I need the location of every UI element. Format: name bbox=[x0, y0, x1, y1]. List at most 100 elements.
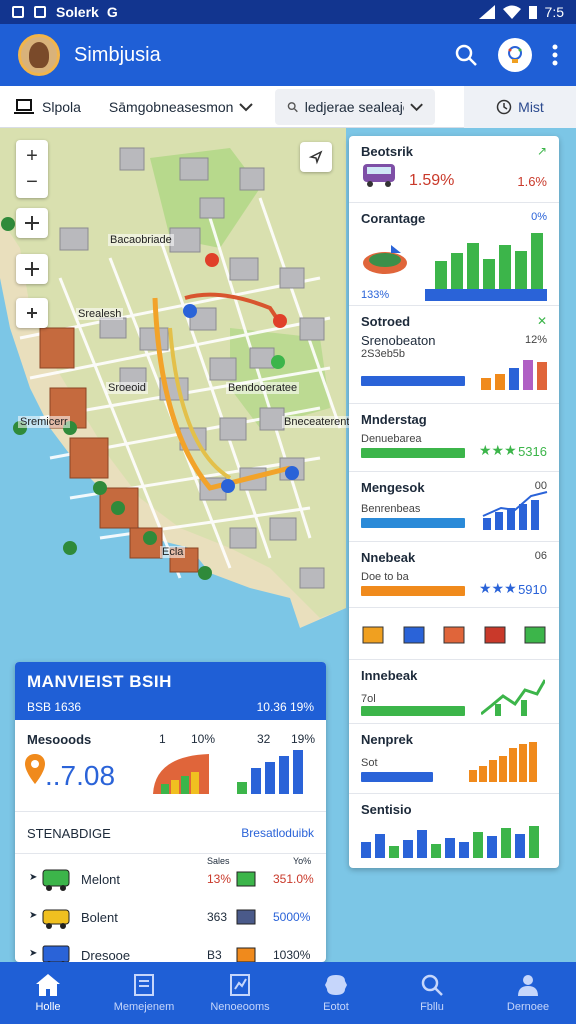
list-item-v2: 351.0% bbox=[273, 872, 314, 886]
list-item[interactable]: ➤ Dresooe B3 1030% bbox=[15, 942, 326, 962]
list-item-v1: B3 bbox=[207, 948, 222, 962]
section-title: STENABDIGE bbox=[27, 826, 111, 841]
nav-label: Eotot bbox=[323, 1001, 349, 1013]
first-filter[interactable]: Slpola bbox=[0, 86, 95, 127]
analytics-card[interactable]: Innebeak 7ol bbox=[349, 660, 559, 724]
first-filter-label: Slpola bbox=[42, 98, 81, 115]
nav-route[interactable]: Eotot bbox=[288, 962, 384, 1024]
analytics-card[interactable]: Sentisio bbox=[349, 794, 559, 868]
chevron-down-icon bbox=[239, 102, 254, 111]
move-icon bbox=[25, 262, 39, 276]
progress-bar bbox=[361, 586, 465, 596]
bar-chart bbox=[361, 826, 539, 858]
analytics-card[interactable]: Sotroed ✕ Srenobeaton 2S3eb5b 12% bbox=[349, 306, 559, 404]
card-top-right: 12% bbox=[524, 334, 547, 346]
search-button[interactable] bbox=[454, 43, 478, 67]
section-header: STENABDIGE Bresatloduibk bbox=[15, 812, 326, 854]
metric-section: Mesooods 1 10% 32 19% ..7.08 bbox=[15, 720, 326, 812]
more-menu-button[interactable] bbox=[552, 44, 558, 66]
g-icon: G bbox=[106, 4, 118, 20]
progress-bar bbox=[361, 448, 465, 458]
search-icon bbox=[288, 101, 299, 112]
zoom-out-button[interactable]: − bbox=[26, 169, 38, 195]
compass-button[interactable] bbox=[16, 208, 48, 238]
list-item-name: Dresooe bbox=[81, 948, 131, 962]
locate-icon bbox=[308, 150, 323, 165]
cargo-icon[interactable] bbox=[402, 623, 426, 645]
metric-big-value: ..7.08 bbox=[45, 760, 116, 791]
nav-label: Memejenem bbox=[113, 1001, 175, 1013]
van-icon bbox=[42, 945, 70, 962]
nav-search[interactable]: Fbllu bbox=[384, 962, 480, 1024]
bar-chart bbox=[481, 360, 547, 390]
summary-header: MANVIEIST BSIH BSB 1636 10.36 19% bbox=[15, 662, 326, 720]
app-bar: Simbjusia bbox=[0, 24, 576, 86]
home-icon bbox=[36, 974, 60, 996]
history-icon bbox=[496, 99, 512, 114]
status-bar: Solerk G 7:5 bbox=[0, 0, 576, 24]
summary-title: MANVIEIST BSIH bbox=[27, 672, 172, 691]
nav-label: Nenoeooms bbox=[210, 1001, 270, 1013]
list-view-button[interactable]: Mist bbox=[464, 85, 576, 128]
list-item-v2: 5000% bbox=[273, 910, 311, 924]
card-value: 5910 bbox=[518, 582, 547, 597]
card-title: Corantage bbox=[361, 211, 426, 226]
signal-icon bbox=[478, 5, 495, 19]
person-icon bbox=[518, 975, 538, 996]
list-col-a: Sales bbox=[207, 856, 230, 866]
analytics-card[interactable]: Nenprek Sot bbox=[349, 724, 559, 794]
battery-icon bbox=[528, 6, 537, 19]
summary-left: BSB 1636 bbox=[27, 700, 82, 714]
nav-management[interactable]: Memejenem bbox=[96, 962, 192, 1024]
map-label: Bendooeratee bbox=[226, 382, 300, 394]
analytics-card[interactable]: Mnderstag Denuebarea ★★★ 5316 bbox=[349, 404, 559, 472]
card-title: Sotroed bbox=[361, 314, 411, 329]
second-filter-dropdown[interactable]: Sāmgobneasesmon bbox=[95, 86, 268, 127]
rating-stars-icon: ★★★ bbox=[479, 580, 517, 596]
cargo-icon[interactable] bbox=[523, 623, 547, 645]
cargo-icon[interactable] bbox=[361, 623, 385, 645]
analytics-card[interactable]: Beotsrik ↗ 1.59% 1.6% bbox=[349, 136, 559, 203]
nav-label: Holle bbox=[35, 1001, 61, 1013]
insights-button[interactable] bbox=[498, 38, 532, 72]
cargo-icon[interactable] bbox=[483, 623, 507, 645]
car-icon bbox=[42, 909, 70, 929]
area-chart bbox=[481, 679, 545, 716]
analytics-card[interactable]: Nnebeak 06 Doe to ba ★★★ 5910 bbox=[349, 542, 559, 608]
nav-rooms[interactable]: Nenoeooms bbox=[192, 962, 288, 1024]
close-icon[interactable]: ✕ bbox=[537, 314, 547, 328]
map-label: Sroeoid bbox=[106, 382, 148, 394]
list-item[interactable]: ➤ Bolent 363 5000% bbox=[15, 904, 326, 934]
card-right-value: 1.6% bbox=[517, 174, 547, 189]
more-vert-icon bbox=[552, 44, 558, 66]
analytics-panel: Beotsrik ↗ 1.59% 1.6% Corantage 0% 133% … bbox=[349, 136, 559, 868]
card-subtitle: Srenobeaton bbox=[361, 333, 436, 348]
chevron-icon: ➤ bbox=[29, 872, 38, 883]
nav-home[interactable]: Holle bbox=[0, 962, 96, 1024]
map-label: Srealesh bbox=[76, 308, 124, 320]
rating-stars-icon: ★★★ bbox=[479, 442, 517, 458]
list-col-b: Yo% bbox=[293, 856, 312, 866]
metric-col3: 32 bbox=[257, 732, 271, 746]
chart-icon bbox=[230, 974, 250, 996]
locate-button[interactable] bbox=[300, 142, 332, 172]
section-link[interactable]: Bresatloduibk bbox=[241, 826, 314, 840]
search-filter-dropdown[interactable]: ledjerae sealeaje bbox=[275, 88, 436, 125]
pan-button[interactable] bbox=[16, 298, 48, 328]
zoom-in-button[interactable]: + bbox=[26, 143, 38, 169]
cargo-icon[interactable] bbox=[442, 623, 466, 645]
analytics-card[interactable]: Corantage 0% 133% bbox=[349, 203, 559, 306]
avatar[interactable] bbox=[18, 34, 60, 76]
list-item-v1: 363 bbox=[207, 910, 228, 924]
list-item[interactable]: ➤ Melont 13% 351.0% bbox=[15, 866, 326, 896]
card-title: Nnebeak bbox=[361, 550, 416, 565]
nav-profile[interactable]: Dernoee bbox=[480, 962, 576, 1024]
stadium-icon bbox=[363, 245, 407, 274]
card-title: Mnderstag bbox=[361, 412, 427, 427]
list-item-name: Melont bbox=[81, 872, 121, 887]
cargo-icon bbox=[236, 947, 256, 962]
bar-chart bbox=[469, 742, 537, 782]
analytics-card[interactable]: Mengesok 00 Benrenbeas bbox=[349, 472, 559, 542]
layers-button[interactable] bbox=[16, 254, 48, 284]
map-label: Sremicerr bbox=[18, 416, 70, 428]
